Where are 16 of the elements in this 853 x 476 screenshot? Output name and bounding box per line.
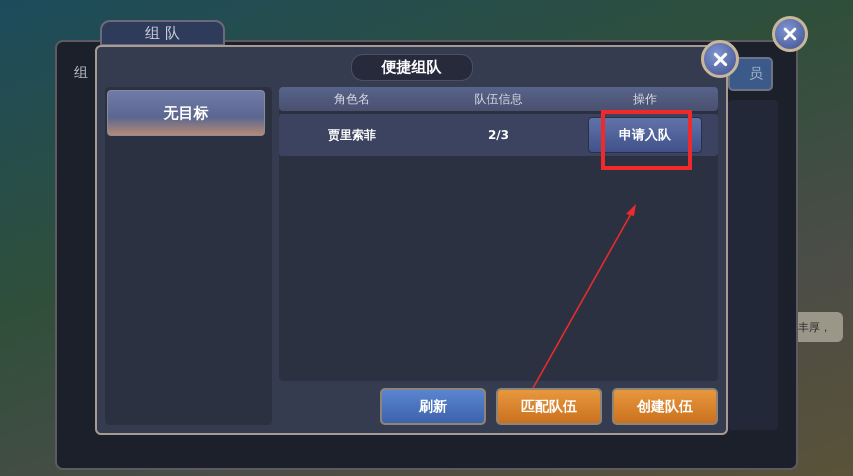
- action-button[interactable]: 匹配队伍: [496, 388, 602, 425]
- column-header: 角色名: [334, 90, 370, 108]
- table-cell: 2/3: [488, 128, 510, 142]
- column-header: 操作: [632, 90, 657, 108]
- table-cell: 贾里索菲: [328, 126, 376, 144]
- action-button[interactable]: 创建队伍: [612, 388, 718, 425]
- action-button[interactable]: 刷新: [380, 388, 486, 425]
- chat-bubble: 丰厚，: [798, 312, 843, 342]
- apply-join-button[interactable]: 申请入队: [588, 117, 702, 153]
- close-icon: [782, 26, 798, 42]
- window-tab[interactable]: 组 队: [100, 20, 225, 46]
- close-icon: [712, 50, 728, 68]
- column-header: 队伍信息: [474, 90, 522, 108]
- window-label: 组: [74, 64, 88, 82]
- filter-button[interactable]: 无目标: [107, 90, 265, 136]
- dialog-title: 便捷组队: [350, 54, 472, 80]
